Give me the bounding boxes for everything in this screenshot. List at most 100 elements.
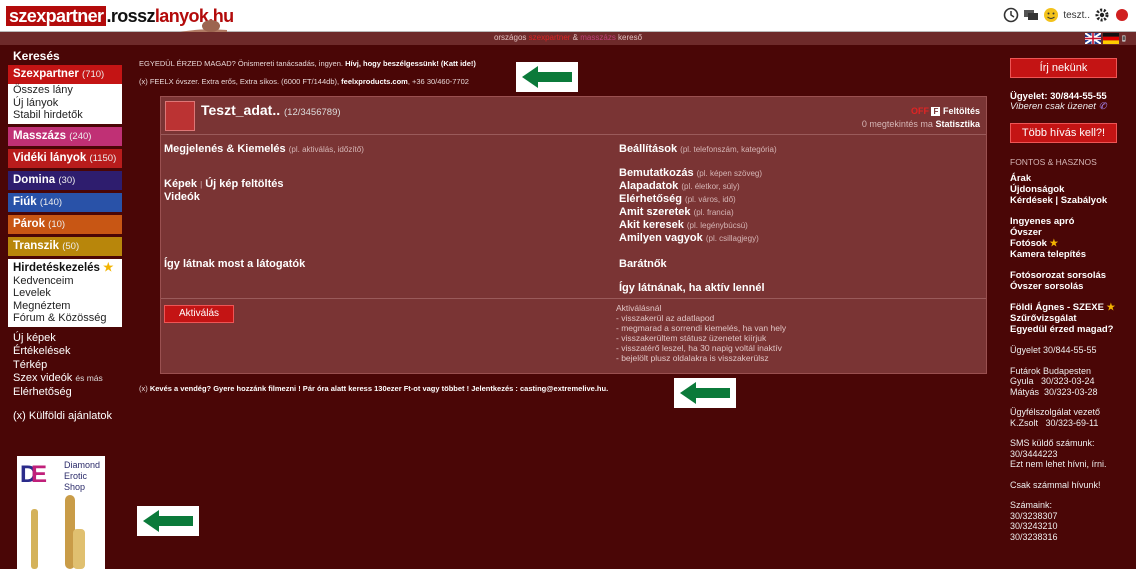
important-header: FONTOS & HASZNOS — [1010, 156, 1097, 167]
uk-flag-icon[interactable] — [1085, 33, 1101, 44]
category-videki-lanyok[interactable]: Vidéki lányok (1150) — [8, 148, 122, 168]
profile-name: Teszt_adat.. — [201, 102, 281, 118]
menu-all-girls[interactable]: Összes lány — [13, 84, 122, 97]
link-availability-panel[interactable]: Elérhetőség (pl. város, idő) — [619, 193, 736, 205]
profile-thumbnail[interactable] — [165, 101, 195, 131]
ad-profile-panel: Teszt_adat.. (12/3456789) OFF F Feltölté… — [160, 96, 987, 374]
left-arrow-icon — [522, 66, 572, 88]
link-condom[interactable]: Óvszer — [1010, 227, 1122, 238]
ad-loneliness[interactable]: EGYEDÜL ÉRZED MAGAD? Önismereti tanácsad… — [139, 59, 476, 68]
link-availability[interactable]: Elérhetőség — [8, 386, 122, 400]
link-reviews[interactable]: Értékelések — [8, 345, 122, 359]
profile-title[interactable]: Teszt_adat.. (12/3456789) — [201, 102, 341, 118]
ad1-part-b: Önismereti tanácsadás, ingyen. — [235, 59, 346, 68]
introduction-label: Bemutatkozás — [619, 167, 694, 179]
write-us-button[interactable]: Írj nekünk — [1010, 58, 1117, 78]
link-faq-rules[interactable]: Kérdések | Szabályok — [1010, 195, 1122, 206]
link-videos[interactable]: Szex videók és más — [8, 372, 122, 386]
link-screening[interactable]: Szűrővizsgálat — [1010, 313, 1122, 324]
settings-icon[interactable] — [1094, 7, 1110, 23]
menu-new-girls[interactable]: Új lányok — [13, 97, 122, 110]
link-likes[interactable]: Amit szeretek (pl. francia) — [619, 206, 734, 218]
link-foldi-agnes[interactable]: Földi Ágnes - SZEXE ★ — [1010, 302, 1122, 313]
category-parok[interactable]: Párok (10) — [8, 214, 122, 234]
more-calls-button[interactable]: Több hívás kell?! — [1010, 122, 1117, 143]
activation-notes: Aktiválásnál - visszakerül az adatlapod … — [616, 303, 786, 363]
menu-stable-advertisers[interactable]: Stabil hirdetők — [13, 109, 122, 122]
status-off-badge[interactable]: OFF — [911, 106, 929, 116]
link-videos-panel[interactable]: Videók — [164, 191, 200, 203]
category-count: (10) — [48, 218, 66, 230]
activate-button[interactable]: Aktiválás — [164, 305, 234, 323]
ad-management-label: Hirdetéskezelés — [13, 261, 100, 274]
category-label: Transzik — [13, 239, 60, 252]
ad-management-header[interactable]: Hirdetéskezelés ★ — [13, 261, 122, 275]
upload-link[interactable]: Feltöltés — [943, 106, 980, 116]
right-sidebar: Írj nekünk Ügyelet: 30/844-55-55 Viberen… — [1010, 58, 1122, 542]
ad2-part-c: , +36 30/460-7702 — [407, 77, 469, 86]
viber-note-text: Viberen csak üzenet — [1010, 101, 1096, 112]
ad-feelx[interactable]: (x) FEELX óvszer. Extra erős, Extra síko… — [139, 77, 469, 86]
link-new-images[interactable]: Új képek — [8, 332, 122, 346]
link-upload-image[interactable]: Új kép feltöltés — [205, 178, 283, 190]
diamond-erotic-shop-banner[interactable]: DE Diamond Erotic Shop — [17, 456, 105, 569]
link-personality[interactable]: Amilyen vagyok (pl. csillagjegy) — [619, 232, 759, 244]
messages-icon[interactable] — [1023, 7, 1039, 23]
menu-forum[interactable]: Fórum & Közösség — [13, 312, 122, 325]
link-girlfriends[interactable]: Barátnők — [619, 258, 667, 270]
mobile-icon[interactable] — [1121, 33, 1130, 44]
link-visitor-view[interactable]: Így látnak most a látogatók — [164, 258, 305, 270]
category-count: (30) — [58, 174, 76, 186]
category-fiuk[interactable]: Fiúk (140) — [8, 192, 122, 212]
viber-note: Viberen csak üzenet ✆ — [1010, 101, 1122, 113]
link-foreign-offers[interactable]: (x) Külföldi ajánlatok — [8, 410, 122, 424]
category-szexpartner[interactable]: Szexpartner (710) — [8, 65, 122, 84]
ad-casting[interactable]: (x) Kevés a vendég? Gyere hozzánk filmez… — [139, 384, 608, 393]
link-introduction[interactable]: Bemutatkozás (pl. képen szöveg) — [619, 167, 762, 179]
numbers-header: Számaink: — [1010, 500, 1053, 510]
link-condom-raffle[interactable]: Óvszer sorsolás — [1010, 281, 1122, 292]
clock-icon[interactable] — [1003, 7, 1019, 23]
link-photo-raffle[interactable]: Fotósorozat sorsolás — [1010, 270, 1122, 281]
videos-label: Szex videók — [13, 372, 73, 384]
category-masszazs[interactable]: Masszázs (240) — [8, 126, 122, 146]
panel-footer: Aktiválás Aktiválásnál - visszakerül az … — [161, 298, 986, 375]
menu-viewed[interactable]: Megnéztem — [13, 300, 122, 313]
introduction-hint: (pl. képen szöveg) — [696, 169, 763, 178]
link-images-row: Képek | Új kép feltöltés — [164, 178, 283, 190]
link-prices[interactable]: Árak — [1010, 173, 1122, 184]
logout-icon[interactable] — [1114, 7, 1130, 23]
link-appearance[interactable]: Megjelenés & Kiemelés (pl. aktiválás, id… — [164, 143, 364, 155]
number-entry: 30/3238316 — [1010, 531, 1058, 542]
link-free-ads[interactable]: Ingyenes apró — [1010, 216, 1122, 227]
subbar-link-masszazs[interactable]: masszázs — [580, 33, 616, 42]
link-active-view[interactable]: Így látnának, ha aktív lennél — [619, 282, 765, 294]
svg-text:E: E — [31, 461, 47, 488]
link-looking-for[interactable]: Akit keresek (pl. legénybúcsú) — [619, 219, 748, 231]
upload-icon[interactable]: F — [931, 107, 941, 116]
appearance-hint: (pl. aktiválás, időzítő) — [288, 145, 364, 154]
link-images[interactable]: Képek — [164, 178, 197, 190]
menu-messages[interactable]: Levelek — [13, 287, 122, 300]
user-name[interactable]: teszt.. — [1063, 10, 1090, 21]
link-photographers[interactable]: Fotósok ★ — [1010, 238, 1122, 249]
support-header: Ügyfélszolgálat vezető — [1010, 407, 1101, 417]
category-count: (1150) — [89, 152, 117, 164]
category-count: (240) — [69, 130, 92, 142]
link-camera-install[interactable]: Kamera telepítés — [1010, 249, 1122, 260]
category-domina[interactable]: Domina (30) — [8, 170, 122, 190]
smiley-icon[interactable] — [1043, 7, 1059, 23]
category-label: Domina — [13, 173, 56, 186]
link-map[interactable]: Térkép — [8, 359, 122, 373]
link-lonely[interactable]: Egyedül érzed magad? — [1010, 324, 1122, 335]
statistics-link[interactable]: Statisztika — [935, 119, 980, 129]
category-transzik[interactable]: Transzik (50) — [8, 236, 122, 256]
panel-header: Teszt_adat.. (12/3456789) OFF F Feltölté… — [161, 97, 986, 135]
link-basic-data[interactable]: Alapadatok (pl. életkor, súly) — [619, 180, 740, 192]
german-flag-icon[interactable] — [1103, 33, 1119, 44]
link-news[interactable]: Újdonságok — [1010, 184, 1122, 195]
subbar-link-szexpartner[interactable]: szexpartner — [529, 33, 571, 42]
link-settings[interactable]: Beállítások (pl. telefonszám, kategória) — [619, 143, 777, 155]
menu-favorites[interactable]: Kedvenceim — [13, 275, 122, 288]
annotation-arrow — [516, 62, 578, 92]
